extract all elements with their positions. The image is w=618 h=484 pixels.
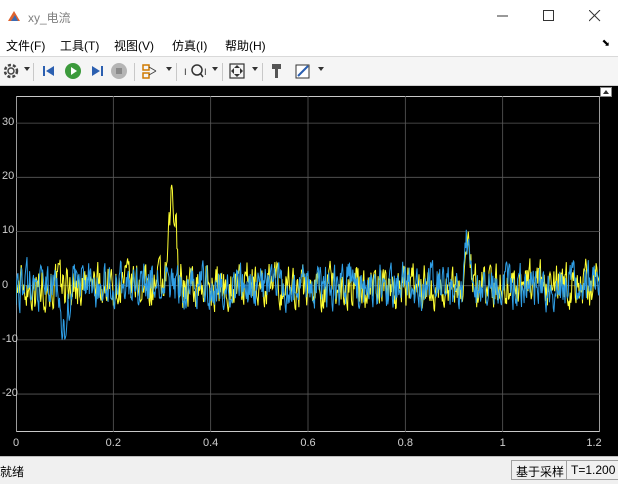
expand-icon (603, 90, 609, 94)
step-back-icon[interactable] (40, 62, 58, 80)
zoom-dropdown-icon[interactable] (212, 67, 218, 71)
step-forward-icon[interactable] (88, 62, 106, 80)
menu-file[interactable]: 文件(F) (6, 37, 45, 54)
menu-tools[interactable]: 工具(T) (60, 37, 99, 54)
window-title: xy_电流 (28, 11, 71, 25)
y-tick-label: 30 (2, 116, 15, 129)
close-button[interactable] (572, 0, 618, 32)
toolbar-separator (262, 63, 263, 81)
maximize-button[interactable] (526, 0, 572, 32)
gear-icon[interactable] (2, 62, 20, 80)
scope-window: xy_电流 文件(F) 工具(T) 视图(V) 仿真(I) 帮助(H) ⬊ I … (0, 0, 618, 484)
toolbar-separator (134, 63, 135, 81)
x-tick-label: 0.4 (203, 437, 219, 449)
x-tick-label: 1 (499, 437, 506, 449)
properties-icon[interactable] (294, 62, 312, 80)
y-tick-label: 0 (2, 278, 9, 291)
simulink-app-icon (6, 8, 22, 24)
fit-dropdown-icon[interactable] (252, 67, 258, 71)
y-tick-label: -20 (2, 387, 18, 400)
run-icon[interactable] (64, 62, 82, 80)
status-ready: 就绪 (0, 465, 25, 479)
menu-help[interactable]: 帮助(H) (225, 37, 266, 54)
menu-view[interactable]: 视图(V) (114, 37, 154, 54)
menu-simulation[interactable]: 仿真(I) (172, 37, 207, 54)
x-tick-label: 0.2 (105, 437, 121, 449)
status-time: T=1.200 (566, 460, 618, 480)
dock-arrow-icon[interactable]: ⬊ (602, 38, 610, 49)
highlight-icon[interactable] (141, 62, 159, 80)
y-tick-label: 20 (2, 170, 15, 183)
menu-bar: 文件(F) 工具(T) 视图(V) 仿真(I) 帮助(H) ⬊ (0, 32, 618, 56)
svg-text:I: I (204, 68, 207, 78)
style-icon[interactable] (268, 62, 286, 80)
toolbar: I I (0, 56, 618, 86)
x-tick-label: 1.2 (586, 437, 602, 449)
title-bar: xy_电流 (0, 0, 618, 32)
stop-icon[interactable] (110, 62, 128, 80)
x-tick-label: 0.6 (300, 437, 316, 449)
zoom-icon[interactable]: I I (184, 62, 210, 80)
close-icon (589, 10, 601, 22)
maximize-icon (543, 10, 554, 21)
svg-text:I: I (184, 68, 187, 78)
gear-dropdown-icon[interactable] (24, 67, 30, 71)
x-tick-label: 0 (12, 437, 20, 449)
properties-dropdown-icon[interactable] (318, 67, 324, 71)
status-bar: 就绪 基于采样 T=1.200 (0, 456, 618, 484)
x-tick-label: 0.8 (397, 437, 413, 449)
fit-icon[interactable] (228, 62, 246, 80)
y-tick-label: 10 (2, 224, 15, 237)
status-sample-mode: 基于采样 (511, 460, 570, 480)
highlight-dropdown-icon[interactable] (166, 67, 172, 71)
toolbar-separator (176, 63, 177, 81)
y-tick-label: -10 (2, 332, 18, 345)
toolbar-separator (222, 63, 223, 81)
minimize-button[interactable] (480, 0, 526, 32)
scope-chart (16, 96, 600, 432)
expand-legend-button[interactable] (600, 87, 612, 97)
minimize-icon (497, 15, 508, 17)
toolbar-separator (33, 63, 34, 81)
